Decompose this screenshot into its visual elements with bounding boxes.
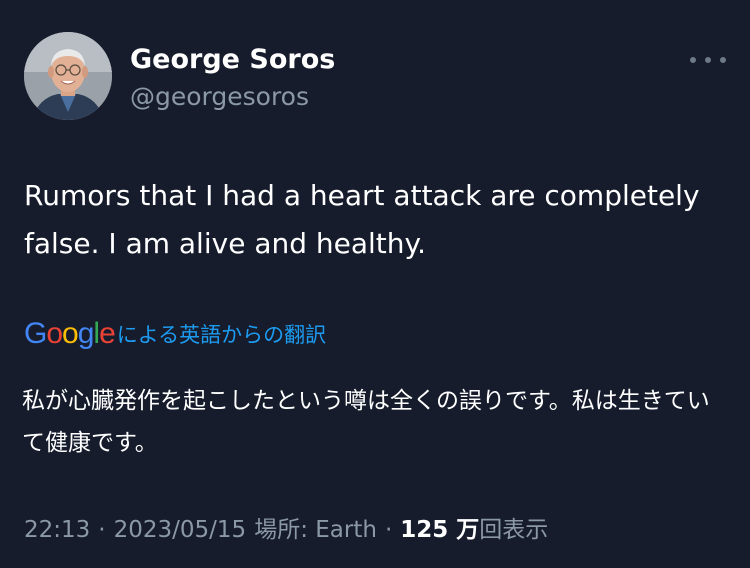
more-dot — [720, 57, 726, 63]
tweet-text: Rumors that I had a heart attack are com… — [24, 179, 700, 260]
author-name[interactable]: George Soros — [130, 44, 335, 75]
tweet-time[interactable]: 22:13 — [24, 517, 90, 543]
author-avatar[interactable] — [24, 32, 112, 120]
google-logo: Google — [24, 317, 116, 351]
google-logo-letter: e — [99, 317, 116, 350]
google-logo-letter: o — [62, 317, 79, 350]
avatar-image — [24, 32, 112, 120]
translation-attribution[interactable]: Google による英語からの翻訳 — [24, 314, 326, 354]
author-handle[interactable]: @georgesoros — [130, 82, 309, 111]
google-logo-letter: o — [46, 317, 63, 350]
more-options-icon[interactable] — [690, 50, 726, 70]
google-logo-letter: g — [77, 317, 95, 350]
more-dot — [690, 57, 696, 63]
views-label: 回表示 — [479, 517, 549, 543]
tweet-meta: 22:13 · 2023/05/15 場所: Earth · 125 万 回表示 — [24, 510, 548, 544]
tweet-location: 場所: Earth — [254, 517, 377, 543]
translated-text: 私が心臓発作を起こしたという噂は全くの誤りです。私は生きていて健康です。 — [22, 388, 710, 456]
more-dot — [705, 57, 711, 63]
meta-separator: · — [384, 517, 393, 543]
tweet-card: George Soros @georgesoros Rumors that I … — [0, 0, 750, 568]
translation-label[interactable]: による英語からの翻訳 — [117, 319, 326, 349]
meta-separator: · — [98, 517, 106, 543]
google-logo-letter: G — [24, 317, 47, 350]
tweet-date[interactable]: 2023/05/15 — [114, 517, 247, 543]
views-count[interactable]: 125 万 — [400, 510, 479, 544]
